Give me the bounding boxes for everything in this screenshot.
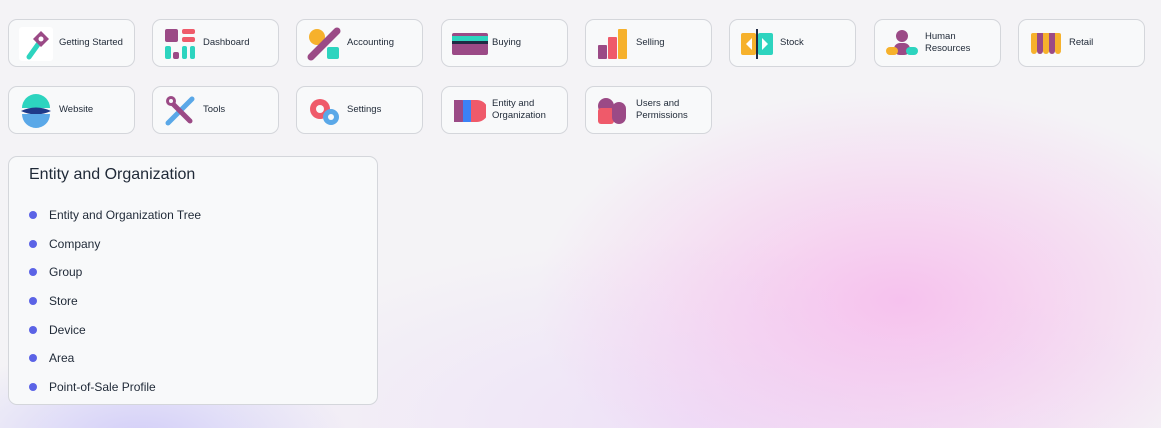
panel-link-store[interactable]: Store xyxy=(29,287,201,316)
panel-link-point-of-sale-profile[interactable]: Point-of-Sale Profile xyxy=(29,373,201,402)
bullet-icon xyxy=(29,325,37,334)
module-tile-getting-started[interactable]: Getting Started xyxy=(8,19,135,67)
panel-link-list: Entity and Organization Tree Company Gro… xyxy=(29,201,201,401)
module-label: Stock xyxy=(780,37,804,48)
panel-link-label: Store xyxy=(49,294,78,309)
panel-link-label: Entity and Organization Tree xyxy=(49,208,202,223)
module-label: Accounting xyxy=(347,37,395,48)
module-tile-entity-and-organization[interactable]: Entity and Organization xyxy=(441,86,568,134)
people-icon xyxy=(885,27,919,61)
bullet-icon xyxy=(29,354,37,363)
org-layers-icon xyxy=(452,94,486,128)
card-icon xyxy=(452,27,488,61)
panel-link-label: Area xyxy=(49,351,75,366)
module-label: Retail xyxy=(1069,37,1094,48)
module-tile-dashboard[interactable]: Dashboard xyxy=(152,19,279,67)
panel-link-group[interactable]: Group xyxy=(29,258,201,287)
panel-link-company[interactable]: Company xyxy=(29,230,201,259)
module-label: Entity and Organization xyxy=(492,98,546,121)
bar-chart-icon xyxy=(596,27,630,61)
module-tile-retail[interactable]: Retail xyxy=(1018,19,1145,67)
module-tile-website[interactable]: Website xyxy=(8,86,135,134)
module-tile-tools[interactable]: Tools xyxy=(152,86,279,134)
dashboard-icon xyxy=(163,27,197,61)
storefront-icon xyxy=(1029,27,1063,61)
module-tile-selling[interactable]: Selling xyxy=(585,19,712,67)
module-label: Website xyxy=(59,104,94,115)
panel-link-label: Group xyxy=(49,265,83,280)
module-tile-human-resources[interactable]: Human Resources xyxy=(874,19,1001,67)
panel-link-label: Point-of-Sale Profile xyxy=(49,379,156,394)
module-label: Settings xyxy=(347,104,382,115)
module-tile-users-and-permissions[interactable]: Users and Permissions xyxy=(585,86,712,134)
module-label: Selling xyxy=(636,37,665,48)
panel-link-entity-and-organization-tree[interactable]: Entity and Organization Tree xyxy=(29,201,201,230)
bullet-icon xyxy=(29,239,37,248)
module-tile-stock[interactable]: Stock xyxy=(729,19,856,67)
entity-and-organization-panel: Entity and Organization Entity and Organ… xyxy=(8,156,378,405)
users-icon xyxy=(596,94,630,128)
module-label: Human Resources xyxy=(925,31,971,54)
panel-link-area[interactable]: Area xyxy=(29,344,201,373)
panel-link-label: Company xyxy=(49,236,101,251)
gears-icon xyxy=(307,94,341,128)
panel-link-label: Device xyxy=(49,322,86,337)
module-label: Tools xyxy=(203,104,226,115)
module-tile-buying[interactable]: Buying xyxy=(441,19,568,67)
module-tile-settings[interactable]: Settings xyxy=(296,86,423,134)
key-icon xyxy=(19,27,53,61)
globe-icon xyxy=(19,94,53,128)
module-label: Dashboard xyxy=(203,37,250,48)
module-label: Getting Started xyxy=(59,37,123,48)
module-label: Buying xyxy=(492,37,522,48)
module-tile-accounting[interactable]: Accounting xyxy=(296,19,423,67)
stock-arrows-icon xyxy=(740,27,774,61)
bullet-icon xyxy=(29,268,37,277)
percent-icon xyxy=(307,27,341,61)
bullet-icon xyxy=(29,297,37,306)
panel-link-device[interactable]: Device xyxy=(29,315,201,344)
module-label: Users and Permissions xyxy=(636,98,688,121)
panel-title: Entity and Organization xyxy=(29,166,196,183)
bullet-icon xyxy=(29,382,37,391)
tools-icon xyxy=(163,94,197,128)
bullet-icon xyxy=(29,211,37,220)
